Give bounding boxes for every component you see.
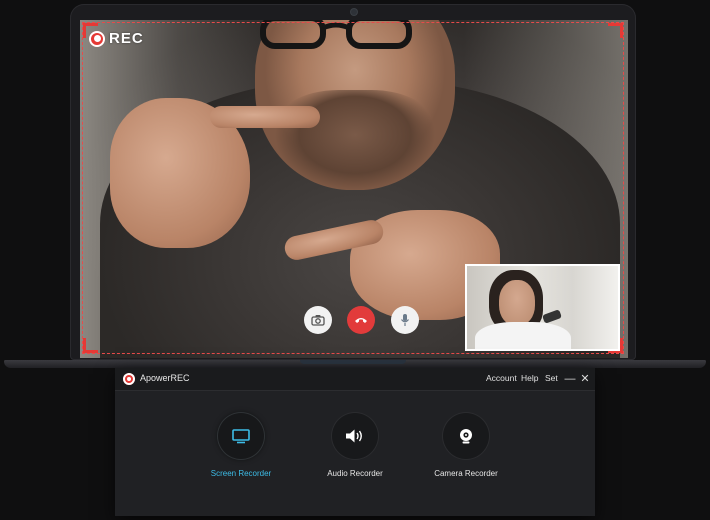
pip-person-face [499, 280, 535, 326]
record-dot-icon [89, 30, 105, 47]
apowerrec-window: ApowerREC Account Help Set — ✕ Screen Re… [115, 368, 595, 516]
frame-corner-bottom-left[interactable] [83, 338, 98, 353]
close-button[interactable]: ✕ [578, 371, 592, 387]
frame-corner-top-right[interactable] [608, 23, 623, 38]
menu-help[interactable]: Help [521, 373, 538, 383]
audio-recorder-label: Audio Recorder [327, 469, 383, 478]
pip-phone [542, 309, 562, 324]
camera-recorder-button[interactable]: Camera Recorder [421, 413, 511, 478]
audio-recorder-button[interactable]: Audio Recorder [310, 413, 400, 478]
app-titlebar[interactable]: ApowerREC Account Help Set — ✕ [115, 368, 595, 391]
call-mic-button[interactable] [391, 306, 419, 334]
phone-hangup-icon [355, 318, 367, 323]
pip-person-body [475, 322, 571, 349]
speaker-icon [346, 429, 362, 443]
monitor-icon [232, 428, 250, 443]
app-title: ApowerREC [140, 373, 190, 383]
minimize-button[interactable]: — [563, 371, 577, 387]
rec-label: REC [109, 30, 144, 47]
video-call-screen: REC [80, 20, 628, 358]
apowerrec-logo-icon [123, 373, 135, 385]
call-camera-button[interactable] [304, 306, 332, 334]
laptop-notch [300, 360, 406, 364]
call-hangup-button[interactable] [347, 306, 375, 334]
picture-in-picture-video[interactable] [465, 264, 620, 351]
menu-set[interactable]: Set [545, 373, 558, 383]
rec-indicator: REC [89, 30, 144, 47]
webcam-icon [460, 429, 472, 444]
laptop-camera-dot [351, 9, 357, 15]
audio-recorder-circle[interactable] [332, 413, 378, 459]
screen-recorder-label: Screen Recorder [210, 469, 272, 478]
camera-icon [311, 315, 325, 326]
screen-recorder-circle[interactable] [218, 413, 264, 459]
microphone-icon [401, 314, 409, 326]
screen-recorder-button[interactable]: Screen Recorder [196, 413, 286, 478]
menu-account[interactable]: Account [486, 373, 517, 383]
camera-recorder-circle[interactable] [443, 413, 489, 459]
stage: REC ApowerREC Account Help Set — ✕ Scree… [0, 0, 710, 520]
camera-recorder-label: Camera Recorder [434, 469, 498, 478]
